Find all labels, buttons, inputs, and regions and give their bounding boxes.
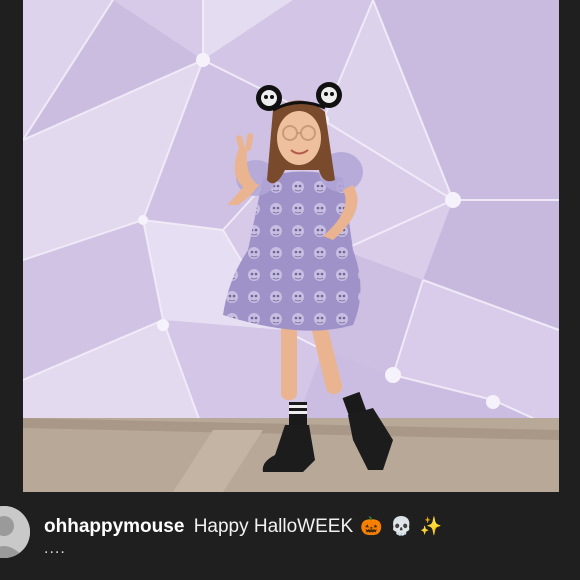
photo-illustration [23,0,559,492]
caption-more-link[interactable]: .... [44,540,66,558]
pumpkin-emoji: 🎃 [360,516,383,537]
sparkles-emoji: ✨ [419,516,443,537]
caption-row: ohhappymouse Happy HalloWEEK 🎃 💀 ✨ .... [0,500,580,580]
caption-text: Happy HalloWEEK [193,516,354,537]
default-avatar-icon [0,506,30,558]
user-avatar[interactable] [0,506,30,558]
post-photo[interactable] [23,0,559,492]
caption: ohhappymouse Happy HalloWEEK 🎃 💀 ✨ [44,516,442,538]
username-link[interactable]: ohhappymouse [44,516,184,537]
skull-emoji: 💀 [390,516,413,537]
